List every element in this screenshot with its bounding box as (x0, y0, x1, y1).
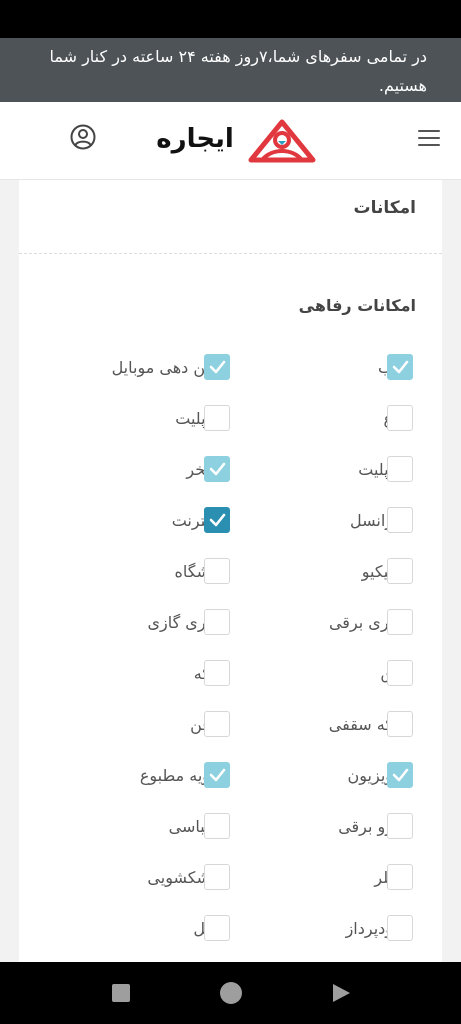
home-icon[interactable] (220, 982, 242, 1004)
notice-text: در تمامی سفرهای شما،۷روز هفته ۲۴ ساعته د… (49, 47, 427, 95)
status-bar (0, 0, 461, 38)
facility-checkbox[interactable] (204, 660, 230, 686)
facility-label: رو برقی (338, 817, 393, 836)
header: ایجاره (0, 102, 461, 180)
section-title: امکانات (353, 198, 416, 218)
facility-item[interactable]: که (19, 660, 442, 688)
facility-checkbox[interactable] (204, 609, 230, 635)
facility-item[interactable]: اپلیت (19, 456, 442, 484)
facility-item[interactable]: رانسل (19, 507, 442, 535)
facility-item[interactable]: اری برقی (19, 609, 442, 637)
facility-item[interactable]: شکشویی (19, 864, 442, 892)
hamburger-menu-icon[interactable] (418, 130, 440, 148)
facility-checkbox[interactable] (204, 864, 230, 890)
facility-label: تل (193, 919, 210, 938)
facility-checkbox[interactable] (387, 711, 413, 737)
facility-item[interactable]: بلر (19, 864, 442, 892)
facility-label: بلر (374, 868, 393, 887)
facility-checkbox[interactable] (204, 456, 230, 482)
facility-item[interactable]: ودپرداز (19, 915, 442, 943)
facility-label: ویزیون (347, 766, 393, 785)
facility-label: فن (190, 715, 210, 734)
facility-checkbox[interactable] (387, 864, 413, 890)
facility-item[interactable]: بیکیو (19, 558, 442, 586)
facility-checkbox[interactable] (387, 558, 413, 584)
facility-item[interactable]: ق (19, 660, 442, 688)
facility-item[interactable]: ع (19, 405, 442, 433)
facility-item[interactable]: فن (19, 711, 442, 739)
facility-checkbox[interactable] (387, 813, 413, 839)
facility-label: ودپرداز (345, 919, 393, 938)
system-nav-bar (0, 962, 461, 1024)
facility-item[interactable]: ویزیون (19, 762, 442, 790)
facility-label: ع (383, 409, 393, 428)
facility-checkbox[interactable] (204, 813, 230, 839)
facility-item[interactable]: نترنت (19, 507, 442, 535)
facility-label: رانسل (349, 511, 393, 530)
facility-label: که (193, 664, 210, 683)
facility-checkbox[interactable] (387, 915, 413, 941)
facility-checkbox[interactable] (204, 915, 230, 941)
facility-checkbox[interactable] (204, 762, 230, 788)
facility-checkbox[interactable] (387, 405, 413, 431)
facility-label: تخر (186, 460, 210, 479)
facility-label: ویه مطبوع (139, 766, 210, 785)
facility-label: اری برقی (328, 613, 393, 632)
facility-label: لباسی (168, 817, 210, 836)
facilities-card: امکانات امکانات رفاهی ب تن دهی موبایل ع اپل… (19, 180, 442, 962)
facility-checkbox[interactable] (387, 660, 413, 686)
facility-label: تن دهی موبایل (111, 358, 210, 377)
facility-checkbox[interactable] (387, 456, 413, 482)
logo[interactable]: ایجاره (145, 118, 320, 168)
facility-checkbox[interactable] (204, 558, 230, 584)
facility-label: ب (377, 358, 393, 377)
facility-checkbox[interactable] (204, 354, 230, 380)
facility-label: شکشویی (147, 868, 210, 887)
facility-label: شگاه (174, 562, 211, 581)
facility-label: که سقفی (328, 715, 393, 734)
facility-item[interactable]: که سقفی (19, 711, 442, 739)
facility-item[interactable]: تخر (19, 456, 442, 484)
divider (19, 253, 442, 254)
facility-item[interactable]: ویه مطبوع (19, 762, 442, 790)
logo-text: ایجاره (156, 124, 234, 154)
facility-checkbox[interactable] (387, 507, 413, 533)
facility-item[interactable]: اری گازی (19, 609, 442, 637)
recent-apps-icon[interactable] (112, 984, 130, 1002)
facility-checkbox[interactable] (387, 354, 413, 380)
facility-label: ق (380, 664, 393, 683)
facility-checkbox[interactable] (204, 507, 230, 533)
facility-item[interactable]: تن دهی موبایل (19, 354, 442, 382)
facility-checkbox[interactable] (204, 711, 230, 737)
facility-label: نترنت (171, 511, 210, 530)
back-icon[interactable] (330, 982, 352, 1004)
user-icon[interactable] (70, 124, 96, 150)
facility-checkbox[interactable] (204, 405, 230, 431)
facility-item[interactable]: لباسی (19, 813, 442, 841)
facility-item[interactable]: شگاه (19, 558, 442, 586)
facility-label: اپلیت (175, 409, 210, 428)
facility-item[interactable]: اپلیت (19, 405, 442, 433)
facility-checkbox[interactable] (387, 762, 413, 788)
logo-mark-icon (247, 118, 317, 168)
facility-checkbox[interactable] (387, 609, 413, 635)
facility-item[interactable]: رو برقی (19, 813, 442, 841)
facility-label: بیکیو (361, 562, 393, 581)
notice-banner: در تمامی سفرهای شما،۷روز هفته ۲۴ ساعته د… (0, 38, 461, 102)
facility-label: اری گازی (147, 613, 210, 632)
subsection-title: امکانات رفاهی (298, 296, 416, 315)
facility-label: اپلیت (358, 460, 393, 479)
facility-item[interactable]: تل (19, 915, 442, 943)
facility-item[interactable]: ب (19, 354, 442, 382)
